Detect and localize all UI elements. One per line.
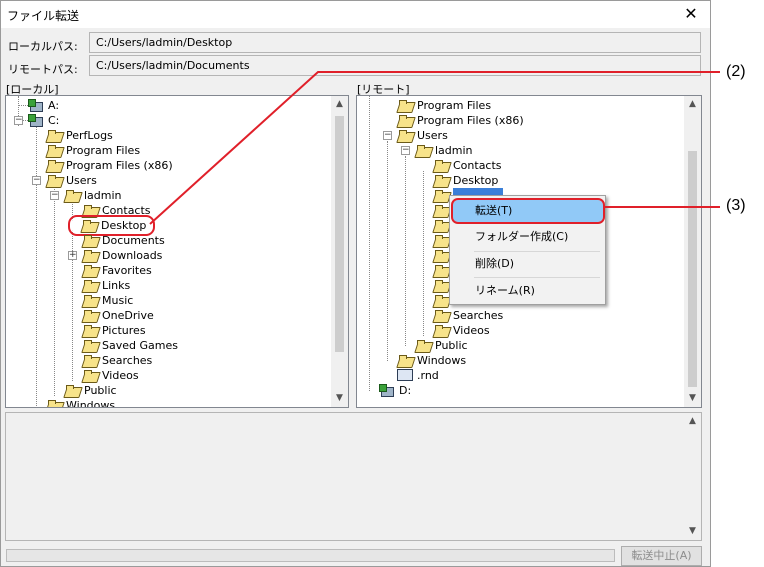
callout-2: (2) <box>726 63 746 80</box>
callout-lines <box>149 71 720 225</box>
callout-3: (3) <box>726 197 746 214</box>
